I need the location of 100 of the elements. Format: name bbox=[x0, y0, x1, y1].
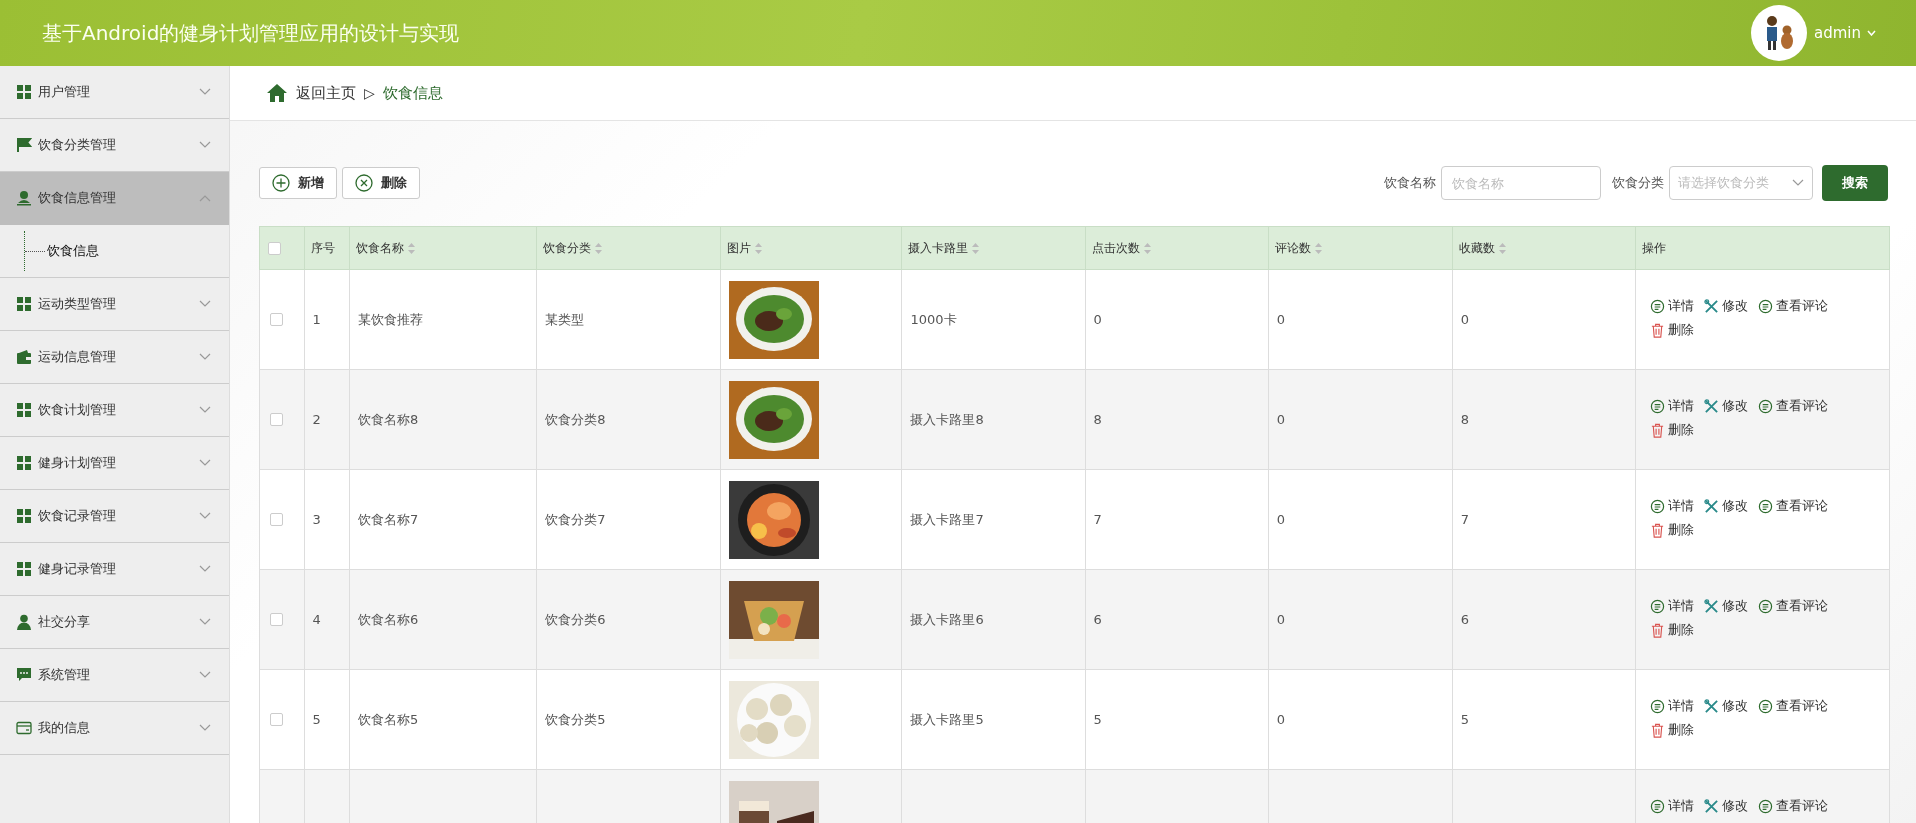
avatar[interactable] bbox=[1750, 4, 1808, 62]
table-cell: 0 bbox=[1276, 512, 1285, 527]
sidebar-subitem[interactable]: 饮食信息 bbox=[47, 242, 99, 260]
checkbox[interactable] bbox=[270, 613, 283, 626]
table-cell: 某类型 bbox=[545, 311, 585, 327]
sidebar-item[interactable]: 饮食信息管理 bbox=[0, 172, 229, 225]
column-header: 图片 bbox=[727, 239, 752, 257]
table-cell: 5 bbox=[1093, 712, 1102, 727]
sort-icon[interactable] bbox=[1314, 242, 1322, 254]
detail-link[interactable]: 详情 bbox=[1649, 597, 1694, 615]
detail-link[interactable]: 详情 bbox=[1649, 497, 1694, 515]
chevron-up-icon bbox=[199, 194, 211, 202]
table-cell: 5 bbox=[312, 712, 321, 727]
home-icon[interactable] bbox=[266, 83, 288, 103]
delete-link[interactable]: 删除 bbox=[1649, 421, 1694, 439]
comments-link[interactable]: 查看评论 bbox=[1757, 297, 1828, 315]
table-cell: 饮食名称5 bbox=[358, 711, 419, 727]
edit-link[interactable]: 修改 bbox=[1703, 297, 1748, 315]
column-header: 序号 bbox=[310, 239, 335, 257]
chat-icon bbox=[16, 667, 32, 683]
chevron-down-icon bbox=[199, 406, 211, 414]
table-cell: 饮食分类7 bbox=[545, 511, 606, 527]
detail-link[interactable]: 详情 bbox=[1649, 797, 1694, 815]
edit-link[interactable]: 修改 bbox=[1703, 497, 1748, 515]
checkbox[interactable] bbox=[270, 713, 283, 726]
chevron-down-icon bbox=[199, 618, 211, 626]
table-cell: 2 bbox=[312, 412, 321, 427]
chevron-down-icon bbox=[199, 724, 211, 732]
sort-icon[interactable] bbox=[408, 242, 416, 254]
table-cell: 摄入卡路里8 bbox=[910, 411, 984, 427]
sort-icon[interactable] bbox=[755, 242, 763, 254]
user-icon bbox=[16, 190, 32, 206]
comments-link[interactable]: 查看评论 bbox=[1757, 497, 1828, 515]
table-cell: 0 bbox=[1276, 612, 1285, 627]
table-cell: 某饮食推荐 bbox=[358, 311, 424, 327]
home-link[interactable]: 返回主页 bbox=[296, 83, 356, 103]
trash-icon bbox=[1649, 522, 1665, 538]
search-button[interactable]: 搜索 bbox=[1822, 165, 1888, 201]
delete-link[interactable]: 删除 bbox=[1649, 321, 1694, 339]
name-field[interactable]: 饮食名称 bbox=[1441, 166, 1601, 200]
note-icon bbox=[1649, 298, 1665, 314]
table-cell: 饮食名称7 bbox=[358, 511, 419, 527]
tools-icon bbox=[1703, 298, 1719, 314]
sort-icon[interactable] bbox=[1498, 242, 1506, 254]
edit-link[interactable]: 修改 bbox=[1703, 597, 1748, 615]
tools-icon bbox=[1703, 798, 1719, 814]
comments-link[interactable]: 查看评论 bbox=[1757, 597, 1828, 615]
detail-link[interactable]: 详情 bbox=[1649, 697, 1694, 715]
note-icon bbox=[1649, 798, 1665, 814]
table-cell: 8 bbox=[1093, 412, 1102, 427]
checkbox[interactable] bbox=[270, 513, 283, 526]
grid-icon bbox=[16, 455, 32, 471]
flag-icon bbox=[16, 137, 32, 153]
caret-icon[interactable] bbox=[1867, 30, 1876, 36]
table-cell: 饮食分类6 bbox=[545, 611, 606, 627]
person-icon bbox=[16, 614, 32, 630]
sort-icon[interactable] bbox=[595, 242, 603, 254]
column-header: 操作 bbox=[1641, 239, 1666, 257]
edit-link[interactable]: 修改 bbox=[1703, 697, 1748, 715]
delete-link[interactable]: 删除 bbox=[1649, 521, 1694, 539]
edit-link[interactable]: 修改 bbox=[1703, 397, 1748, 415]
table-cell: 摄入卡路里7 bbox=[910, 511, 984, 527]
close-circle-icon bbox=[355, 174, 373, 192]
note-icon bbox=[1757, 498, 1773, 514]
detail-link[interactable]: 详情 bbox=[1649, 297, 1694, 315]
comments-link[interactable]: 查看评论 bbox=[1757, 397, 1828, 415]
trash-icon bbox=[1649, 622, 1665, 638]
comments-link[interactable]: 查看评论 bbox=[1757, 697, 1828, 715]
table-cell: 饮食名称6 bbox=[358, 611, 419, 627]
column-header: 收藏数 bbox=[1458, 239, 1495, 257]
table-cell: 摄入卡路里6 bbox=[910, 611, 984, 627]
checkbox[interactable] bbox=[270, 413, 283, 426]
note-icon bbox=[1649, 498, 1665, 514]
checkbox[interactable] bbox=[268, 241, 281, 255]
checkbox[interactable] bbox=[270, 313, 283, 326]
sort-icon[interactable] bbox=[1143, 242, 1151, 254]
chevron-down-icon bbox=[199, 671, 211, 679]
table-cell: 饮食分类5 bbox=[545, 711, 606, 727]
note-icon bbox=[1757, 698, 1773, 714]
edit-link[interactable]: 修改 bbox=[1703, 797, 1748, 815]
comments-link[interactable]: 查看评论 bbox=[1757, 797, 1828, 815]
delete-link[interactable]: 删除 bbox=[1649, 621, 1694, 639]
grid-icon bbox=[16, 561, 32, 577]
detail-link[interactable]: 详情 bbox=[1649, 397, 1694, 415]
chevron-down-icon bbox=[199, 88, 211, 96]
note-icon bbox=[1757, 398, 1773, 414]
app-title: 基于Android的健身计划管理应用的设计与实现 bbox=[42, 19, 460, 47]
delete-link[interactable]: 删除 bbox=[1649, 721, 1694, 739]
chevron-down-icon bbox=[199, 512, 211, 520]
note-icon bbox=[1649, 598, 1665, 614]
sort-icon[interactable] bbox=[972, 242, 980, 254]
note-icon bbox=[1757, 598, 1773, 614]
column-header: 饮食分类 bbox=[543, 239, 592, 257]
tools-icon bbox=[1703, 498, 1719, 514]
filter-label: 饮食分类 bbox=[1612, 174, 1664, 192]
add-button[interactable]: 新增 bbox=[259, 167, 337, 199]
note-icon bbox=[1757, 798, 1773, 814]
delete-button[interactable]: 删除 bbox=[342, 167, 420, 199]
table-cell: 摄入卡路里5 bbox=[910, 711, 984, 727]
table-cell: 0 bbox=[1276, 312, 1285, 327]
